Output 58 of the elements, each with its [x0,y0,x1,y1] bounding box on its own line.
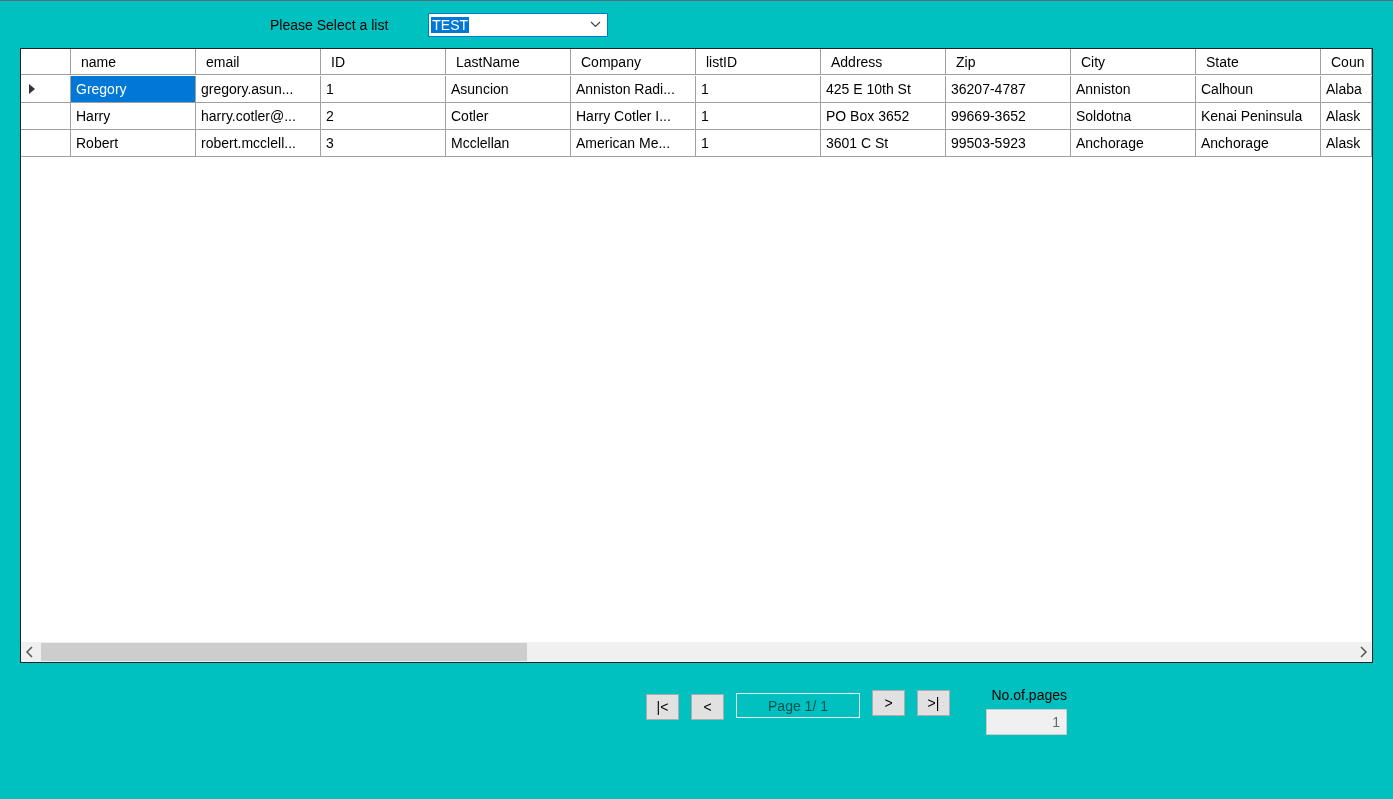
table-cell[interactable]: 1 [696,76,821,103]
table-cell[interactable]: Alaba [1321,76,1372,103]
column-header[interactable]: Company [571,49,696,75]
table-cell[interactable]: 1 [696,130,821,157]
table-cell[interactable]: 99669-3652 [946,103,1071,130]
table-cell[interactable]: harry.cotler@... [196,103,321,130]
table-cell[interactable]: Alask [1321,130,1372,157]
table-cell[interactable]: 36207-4787 [946,76,1071,103]
table-cell[interactable]: Mcclellan [446,130,571,157]
column-header[interactable]: listID [696,49,821,75]
table-cell[interactable]: 2 [321,103,446,130]
pages-count-label: No.of.pages [991,687,1067,703]
table-cell[interactable]: 1 [696,103,821,130]
previous-page-button[interactable]: < [691,694,724,720]
column-header[interactable]: LastName [446,49,571,75]
table-cell[interactable]: Kenai Peninsula [1196,103,1321,130]
table-cell[interactable]: 3601 C St [821,130,946,157]
column-header[interactable]: City [1071,49,1196,75]
column-header[interactable]: name [71,49,196,75]
chevron-down-icon [590,21,602,28]
list-picker-label: Please Select a list [270,16,389,33]
table-cell[interactable]: Harry Cotler I... [571,103,696,130]
page-indicator: Page 1/ 1 [736,693,860,718]
table-cell[interactable]: Robert [71,130,196,157]
table-cell[interactable]: gregory.asun... [196,76,321,103]
table-cell[interactable]: Harry [71,103,196,130]
table-cell[interactable]: Anchorage [1071,130,1196,157]
table-cell[interactable]: Cotler [446,103,571,130]
next-page-button[interactable]: > [872,690,905,716]
list-dropdown[interactable]: TEST [428,12,609,37]
table-cell[interactable]: robert.mcclell... [196,130,321,157]
scrollbar-thumb[interactable] [41,643,527,661]
table-cell[interactable]: Alask [1321,103,1372,130]
table-cell[interactable]: Soldotna [1071,103,1196,130]
table-cell[interactable]: American Me... [571,130,696,157]
table-cell[interactable]: Gregory [71,76,196,103]
table-cell[interactable]: PO Box 3652 [821,103,946,130]
table-cell[interactable]: 3 [321,130,446,157]
column-header[interactable]: ID [321,49,446,75]
column-header[interactable]: Address [821,49,946,75]
corner-header [21,49,71,75]
table-cell[interactable]: Calhoun [1196,76,1321,103]
table-cell[interactable]: 425 E 10th St [821,76,946,103]
first-page-button[interactable]: |< [646,694,679,720]
horizontal-scrollbar[interactable] [21,642,1372,662]
current-row-icon [29,84,35,94]
table-cell[interactable]: 99503-5923 [946,130,1071,157]
table-cell[interactable]: Anniston Radi... [571,76,696,103]
column-header[interactable]: Coun [1321,49,1372,75]
column-header[interactable]: Zip [946,49,1071,75]
table-cell[interactable]: Anchorage [1196,130,1321,157]
pages-count-field[interactable]: 1 [986,709,1067,735]
column-header[interactable]: State [1196,49,1321,75]
table-cell[interactable]: 1 [321,76,446,103]
table-cell[interactable]: Asuncion [446,76,571,103]
column-header[interactable]: email [196,49,321,75]
last-page-button[interactable]: >| [917,690,950,716]
table-cell[interactable]: Anniston [1071,76,1196,103]
